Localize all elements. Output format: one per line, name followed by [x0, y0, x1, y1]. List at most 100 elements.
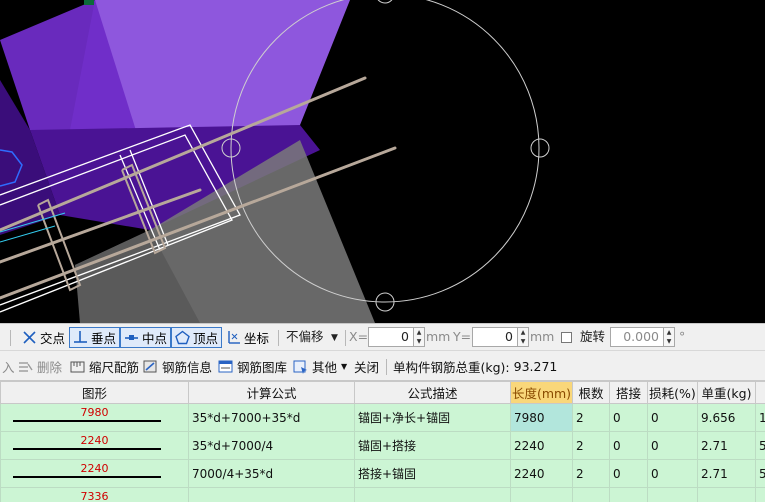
other-menu-button[interactable]: 其他 ▼ — [293, 357, 347, 376]
column-header-length[interactable]: 长度(mm) — [510, 381, 573, 404]
rebar-grid: 图形 计算公式 公式描述 长度(mm) 根数 搭接 损耗(%) 单重(kg) 7… — [0, 381, 765, 502]
loss-cell[interactable] — [647, 487, 698, 502]
column-header-lap[interactable]: 搭接 — [609, 381, 648, 404]
x-coordinate-label: X= — [349, 329, 369, 344]
rebar-library-button[interactable]: 钢筋图库 — [218, 357, 287, 376]
x-coordinate-input[interactable]: 0 — [368, 327, 414, 347]
rotate-spinner[interactable]: ▲ ▼ — [664, 327, 675, 347]
y-spinner[interactable]: ▲ ▼ — [518, 327, 529, 347]
shape-dimension: 2240 — [80, 434, 109, 447]
loss-cell[interactable]: 0 — [647, 431, 698, 460]
column-header-formula[interactable]: 计算公式 — [188, 381, 355, 404]
column-header-loss[interactable]: 损耗(%) — [647, 381, 698, 404]
loss-cell[interactable]: 0 — [647, 403, 698, 432]
scale-rebar-button[interactable]: 缩尺配筋 — [70, 357, 139, 376]
table-row[interactable]: 7980 35*d+7000+35*d 锚固+净长+锚固 7980 2 0 0 … — [0, 403, 765, 432]
description-cell[interactable]: 锚固+净长+锚固 — [354, 403, 511, 432]
description-cell[interactable]: 锚固+搭接 — [354, 431, 511, 460]
snap-perpendicular-button[interactable]: 垂点 — [69, 327, 121, 348]
count-cell[interactable]: 2 — [572, 459, 610, 488]
table-row[interactable]: 7336 — [0, 487, 765, 502]
green-marker — [84, 0, 94, 5]
column-header-shape[interactable]: 图形 — [0, 381, 189, 404]
count-cell[interactable] — [572, 487, 610, 502]
other-menu-label: 其他 — [312, 360, 338, 375]
x-unit-label: mm — [426, 329, 451, 344]
snap-intersection-label: 交点 — [40, 331, 66, 346]
unit-weight-cell[interactable]: 2.71 — [697, 459, 756, 488]
count-cell[interactable]: 2 — [572, 431, 610, 460]
midpoint-icon — [124, 330, 139, 345]
table-row[interactable]: 2240 7000/4+35*d 搭接+锚固 2240 2 0 0 2.71 5 — [0, 459, 765, 488]
grid-circle-node-top — [377, 0, 393, 4]
length-cell[interactable]: 7980 — [510, 403, 573, 432]
rebar-table: 图形 计算公式 公式描述 长度(mm) 根数 搭接 损耗(%) 单重(kg) 7… — [0, 381, 765, 502]
delete-button[interactable]: 删除 — [18, 357, 62, 376]
lap-cell[interactable] — [609, 487, 648, 502]
coordinate-icon — [226, 330, 241, 345]
scale-rebar-icon — [70, 359, 85, 374]
scale-rebar-label: 缩尺配筋 — [89, 360, 140, 375]
delete-row-icon — [18, 359, 33, 374]
column-header-overflow[interactable] — [755, 381, 765, 404]
toolbar-separator — [386, 359, 387, 375]
offset-mode-select[interactable]: 不偏移 — [286, 328, 324, 346]
insert-button[interactable]: 入 — [2, 357, 15, 376]
lap-cell[interactable]: 0 — [609, 403, 648, 432]
snap-intersection-button[interactable]: 交点 — [18, 327, 69, 348]
snap-toolbar: 交点 垂点 中点 顶点 坐标 不偏移 ▼ X= 0 ▲ ▼ mm Y= 0 ▲ ▼ … — [0, 323, 765, 351]
shape-cell[interactable]: 7336 — [0, 487, 189, 502]
description-cell[interactable]: 搭接+锚固 — [354, 459, 511, 488]
perpendicular-icon — [73, 330, 88, 345]
rebar-shape-line — [13, 448, 161, 450]
length-cell[interactable]: 2240 — [510, 459, 573, 488]
overflow-cell[interactable]: 5 — [755, 459, 765, 488]
formula-cell[interactable]: 35*d+7000/4 — [188, 431, 355, 460]
snap-perpendicular-label: 垂点 — [91, 331, 117, 346]
close-label: 关闭 — [354, 360, 380, 375]
vertex-icon — [175, 330, 190, 345]
close-button[interactable]: 关闭 — [354, 357, 379, 376]
3d-viewport[interactable] — [0, 0, 765, 323]
shape-cell[interactable]: 2240 — [0, 431, 189, 460]
grid-circle-node-right — [530, 138, 550, 158]
rebar-info-button[interactable]: 钢筋信息 — [143, 357, 212, 376]
total-weight-value: 93.271 — [513, 359, 558, 374]
x-spinner[interactable]: ▲ ▼ — [414, 327, 425, 347]
degree-label: ° — [679, 329, 686, 344]
unit-weight-cell[interactable] — [697, 487, 756, 502]
length-cell[interactable] — [510, 487, 573, 502]
rotate-checkbox[interactable] — [561, 332, 572, 343]
y-coordinate-input[interactable]: 0 — [472, 327, 518, 347]
loss-cell[interactable]: 0 — [647, 459, 698, 488]
overflow-cell[interactable]: 1 — [755, 403, 765, 432]
snap-vertex-button[interactable]: 顶点 — [171, 327, 223, 348]
lap-cell[interactable]: 0 — [609, 459, 648, 488]
unit-weight-cell[interactable]: 9.656 — [697, 403, 756, 432]
column-header-count[interactable]: 根数 — [572, 381, 610, 404]
column-header-unit-weight[interactable]: 单重(kg) — [697, 381, 756, 404]
shape-cell[interactable]: 7980 — [0, 403, 189, 432]
toolbar-separator — [278, 330, 279, 346]
chevron-down-icon[interactable]: ▼ — [331, 329, 338, 347]
shape-cell[interactable]: 2240 — [0, 459, 189, 488]
description-cell[interactable] — [354, 487, 511, 502]
column-header-description[interactable]: 公式描述 — [354, 381, 511, 404]
overflow-cell[interactable] — [755, 487, 765, 502]
rotate-angle-input[interactable]: 0.000 — [610, 327, 664, 347]
rebar-info-icon — [143, 359, 158, 374]
formula-cell[interactable]: 35*d+7000+35*d — [188, 403, 355, 432]
snap-coordinate-button[interactable]: 坐标 — [222, 327, 273, 348]
delete-label: 删除 — [37, 360, 63, 375]
formula-cell[interactable]: 7000/4+35*d — [188, 459, 355, 488]
length-cell[interactable]: 2240 — [510, 431, 573, 460]
count-cell[interactable]: 2 — [572, 403, 610, 432]
snap-midpoint-button[interactable]: 中点 — [120, 327, 172, 348]
y-coordinate-label: Y= — [453, 329, 472, 344]
formula-cell[interactable] — [188, 487, 355, 502]
toolbar-separator — [345, 330, 346, 346]
table-row[interactable]: 2240 35*d+7000/4 锚固+搭接 2240 2 0 0 2.71 5 — [0, 431, 765, 460]
unit-weight-cell[interactable]: 2.71 — [697, 431, 756, 460]
lap-cell[interactable]: 0 — [609, 431, 648, 460]
overflow-cell[interactable]: 5 — [755, 431, 765, 460]
